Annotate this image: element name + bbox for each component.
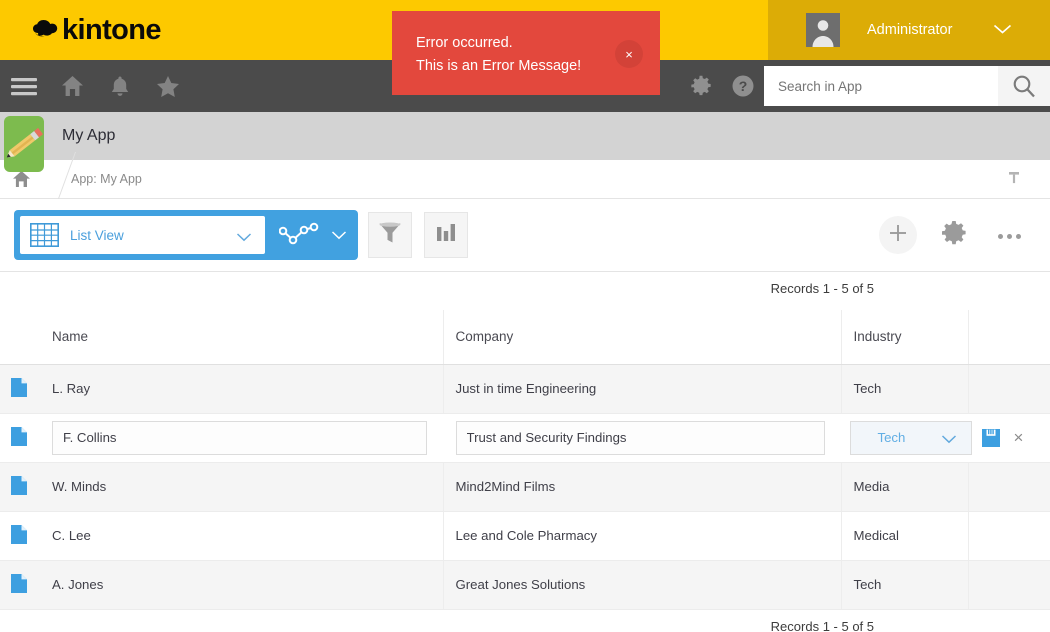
table-row[interactable]: L. Ray Just in time Engineering Tech [0, 364, 1050, 414]
column-header-industry[interactable]: Industry [841, 310, 969, 365]
document-page-icon[interactable] [0, 560, 40, 610]
document-page-icon[interactable] [0, 364, 40, 414]
cancel-edit-button[interactable]: × [1014, 429, 1024, 446]
funnel-filter-icon [377, 220, 403, 251]
kintone-logo-text: kintone [62, 13, 162, 46]
column-header-icon [0, 310, 40, 365]
home-icon[interactable] [48, 60, 96, 112]
nav-right-group: ? [680, 60, 1050, 112]
view-toolbar: List View [0, 199, 1050, 272]
cell-industry[interactable]: Medical [841, 511, 969, 561]
table-row[interactable]: C. Lee Lee and Cole Pharmacy Medical [0, 511, 1050, 561]
breadcrumb: App: My App [0, 160, 1050, 199]
chevron-down-icon [941, 433, 957, 448]
table-header-row: Name Company Industry [0, 310, 1050, 365]
user-menu[interactable]: Administrator [768, 0, 1050, 60]
chevron-down-icon[interactable] [331, 230, 347, 241]
svg-text:?: ? [739, 78, 748, 94]
kintone-logo[interactable]: kintone [31, 0, 162, 60]
cell-name[interactable]: A. Jones [40, 560, 444, 610]
gear-icon[interactable] [680, 60, 722, 112]
toolbar-actions [879, 216, 1028, 254]
cell-company[interactable]: Just in time Engineering [443, 364, 842, 414]
industry-select-value: Tech [877, 430, 906, 445]
cell-actions [968, 462, 1050, 512]
document-page-icon[interactable] [0, 511, 40, 561]
filter-button[interactable] [368, 212, 412, 258]
hamburger-icon[interactable] [0, 60, 48, 112]
cell-company[interactable]: Great Jones Solutions [443, 560, 842, 610]
column-header-company[interactable]: Company [443, 310, 842, 365]
cell-name[interactable]: C. Lee [40, 511, 444, 561]
company-field[interactable] [443, 413, 841, 463]
column-header-actions [968, 310, 1050, 365]
cell-company[interactable]: Mind2Mind Films [443, 462, 842, 512]
view-select[interactable]: List View [20, 216, 265, 254]
kintone-cloud-logo-icon [31, 19, 61, 41]
document-page-icon[interactable] [0, 413, 40, 463]
search-input[interactable] [764, 78, 998, 94]
cell-actions: × [968, 413, 1050, 463]
table-grid-icon [30, 223, 59, 247]
row-edit-actions: × [981, 428, 1050, 448]
cell-industry[interactable]: Tech [841, 560, 969, 610]
column-header-name[interactable]: Name [40, 310, 444, 365]
question-circle-icon[interactable]: ? [722, 60, 764, 112]
save-record-button[interactable] [981, 428, 1001, 448]
app-settings-button[interactable] [934, 216, 974, 254]
table-row[interactable]: A. Jones Great Jones Solutions Tech [0, 560, 1050, 610]
pushpin-icon[interactable] [1006, 171, 1022, 194]
records-count-top: Records 1 - 5 of 5 [770, 281, 874, 296]
cell-actions [968, 511, 1050, 561]
cell-industry[interactable]: Media [841, 462, 969, 512]
industry-field[interactable]: Tech [841, 413, 972, 463]
page-title: My App [62, 127, 116, 144]
cell-name[interactable]: L. Ray [40, 364, 444, 414]
search-button[interactable] [998, 66, 1050, 106]
bell-icon[interactable] [96, 60, 144, 112]
records-count-top-row: Records 1 - 5 of 5 [0, 272, 1050, 310]
avatar [806, 13, 840, 47]
more-options-button[interactable] [990, 216, 1028, 254]
user-name: Administrator [867, 22, 953, 38]
name-input[interactable] [52, 420, 427, 455]
records-table: Name Company Industry L. Ray Just in time… [0, 310, 1050, 610]
table-header: Name Company Industry [0, 310, 1050, 365]
table-body: L. RayJust in time EngineeringTech Tech … [0, 364, 1050, 610]
home-icon[interactable] [6, 170, 36, 188]
view-select-label: List View [70, 227, 124, 243]
chart-button[interactable] [424, 212, 468, 258]
close-icon[interactable]: × [615, 40, 643, 68]
cell-actions [968, 364, 1050, 414]
star-icon[interactable] [144, 60, 192, 112]
pencil-app-icon [4, 116, 44, 172]
search-input-wrapper[interactable] [764, 66, 998, 106]
name-field[interactable] [40, 413, 443, 463]
records-count-bottom-row: Records 1 - 5 of 5 [0, 609, 1050, 632]
app-title-bar: My App [0, 112, 1050, 172]
table-row[interactable]: Tech × [0, 413, 1050, 463]
ellipsis-icon [996, 226, 1023, 244]
gear-icon [941, 220, 967, 251]
breadcrumb-path[interactable]: App: My App [71, 172, 142, 186]
view-selector: List View [14, 210, 358, 260]
chevron-down-icon [236, 230, 252, 248]
cell-company[interactable]: Lee and Cole Pharmacy [443, 511, 842, 561]
bar-chart-icon [435, 222, 457, 249]
document-page-icon[interactable] [0, 462, 40, 512]
cell-actions [968, 560, 1050, 610]
error-notification: Error occurred. This is an Error Message… [392, 11, 660, 95]
add-record-button[interactable] [879, 216, 917, 254]
table-row[interactable]: W. Minds Mind2Mind Films Media [0, 462, 1050, 512]
company-input[interactable] [455, 420, 826, 455]
industry-select[interactable]: Tech [849, 420, 972, 455]
records-count-bottom: Records 1 - 5 of 5 [770, 618, 874, 632]
cell-industry[interactable]: Tech [841, 364, 969, 414]
plus-icon [887, 222, 909, 249]
cell-name[interactable]: W. Minds [40, 462, 444, 512]
chevron-down-icon [993, 22, 1012, 40]
line-graph-icon[interactable] [279, 222, 319, 248]
